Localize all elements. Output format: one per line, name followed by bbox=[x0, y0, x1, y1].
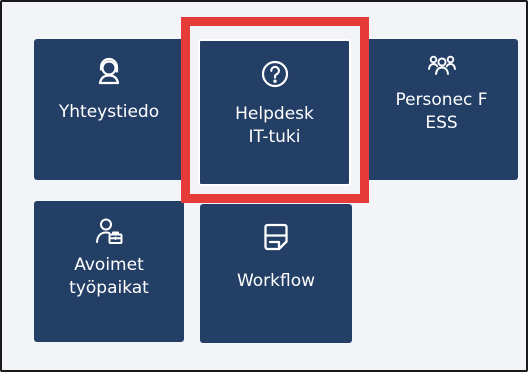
people-group-icon bbox=[427, 51, 457, 81]
tile-personec-label: Personec F ESS bbox=[365, 89, 518, 135]
tile-helpdesk-label-line2: IT-tuki bbox=[248, 127, 301, 147]
app-panel: Yhteystiedo Helpdesk IT-tuki Personec F … bbox=[0, 0, 528, 372]
headset-user-icon bbox=[94, 56, 124, 86]
person-briefcase-icon bbox=[94, 216, 124, 246]
tile-helpdesk-label-line1: Helpdesk bbox=[235, 104, 314, 124]
form-document-icon bbox=[261, 222, 291, 252]
tile-helpdesk-label: Helpdesk IT-tuki bbox=[200, 103, 349, 149]
tile-personec-label-line1: Personec F bbox=[395, 90, 488, 110]
tile-workflow-label: Workflow bbox=[236, 271, 316, 291]
tile-helpdesk[interactable]: Helpdesk IT-tuki bbox=[198, 39, 351, 186]
help-circle-icon bbox=[260, 59, 290, 89]
tile-personec[interactable]: Personec F ESS bbox=[365, 39, 518, 180]
tile-avoimet-label-line2: työpaikat bbox=[69, 278, 149, 298]
tile-workflow[interactable]: Workflow bbox=[200, 204, 352, 343]
tile-avoimet-label-line1: Avoimet bbox=[74, 255, 144, 275]
tile-yhteystiedot-label: Yhteystiedo bbox=[58, 102, 160, 122]
tile-avoimet-label: Avoimet työpaikat bbox=[34, 254, 184, 300]
tile-avoimet[interactable]: Avoimet työpaikat bbox=[34, 201, 184, 342]
tile-yhteystiedot[interactable]: Yhteystiedo bbox=[34, 39, 184, 180]
tile-personec-label-line2: ESS bbox=[425, 113, 458, 133]
